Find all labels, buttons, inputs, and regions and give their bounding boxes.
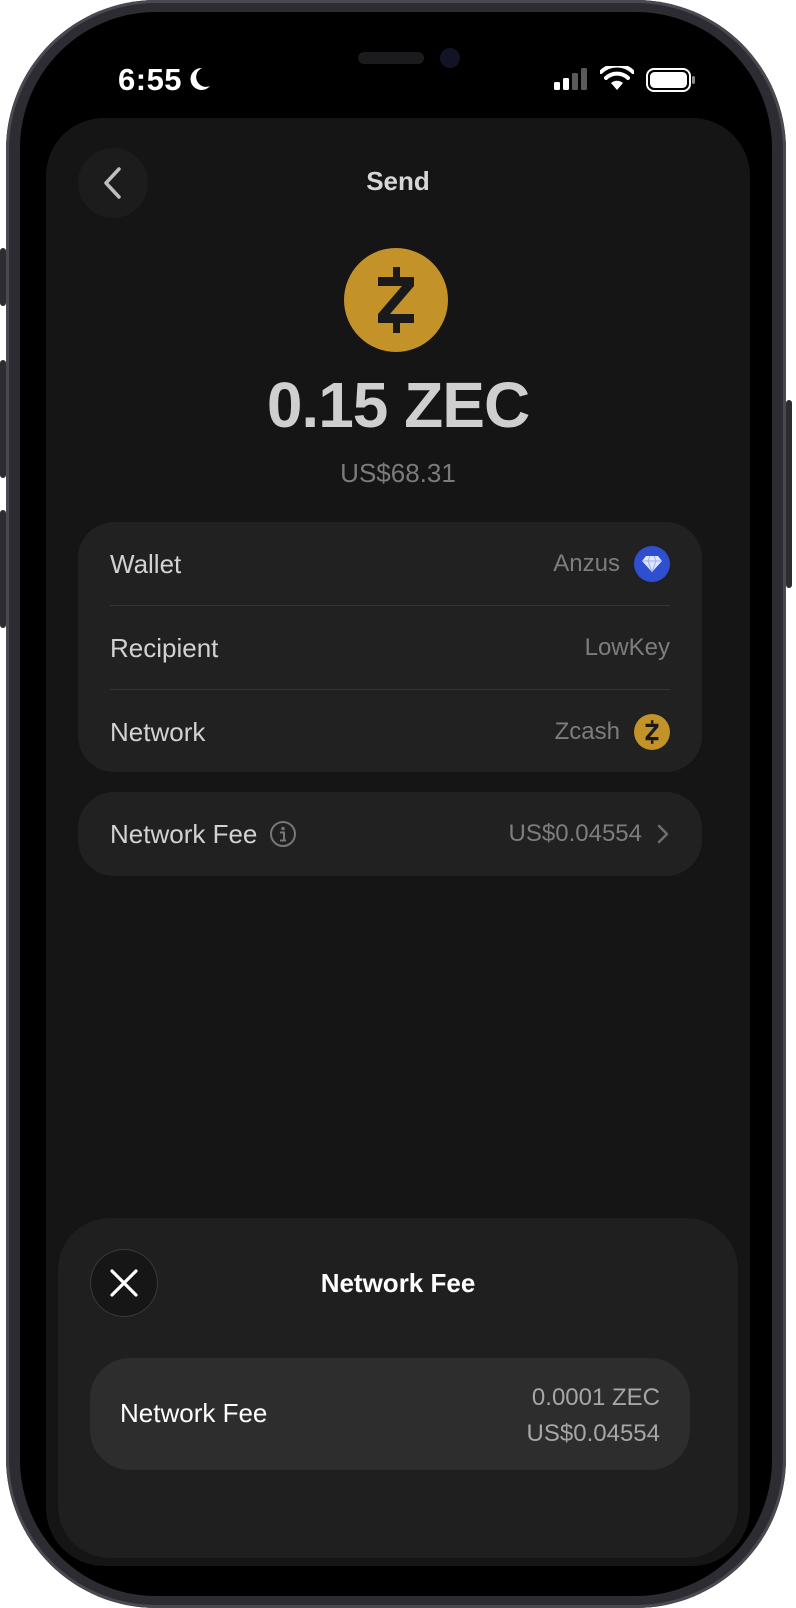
recipient-value: LowKey [584, 634, 670, 661]
power-button [786, 400, 792, 588]
recipient-label: Recipient [110, 632, 219, 663]
moon-icon [190, 67, 210, 90]
send-amount: 0.15 ZEC [266, 369, 530, 441]
fee-detail-card: Network Fee 0.0001 ZEC US$0.04554 [90, 1358, 690, 1470]
info-icon[interactable] [269, 820, 297, 848]
wallet-value: Anzus [553, 550, 620, 577]
network-fee-sheet: Network Fee Network Fee 0.0001 ZEC US$0.… [58, 1218, 738, 1558]
status-time: 6:55 [118, 62, 183, 97]
page-title: Send [366, 166, 430, 196]
network-fee-row[interactable]: Network Fee US$0.04554 [78, 792, 702, 876]
battery-icon [646, 68, 695, 92]
details-card: Wallet Anzus Recipient LowKey Network Zc… [78, 522, 702, 772]
network-row: Network Zcash [110, 690, 670, 774]
zcash-coin-icon [344, 248, 448, 352]
volume-down-button [0, 510, 6, 628]
signal-icon [554, 68, 587, 90]
fee-fiat-value: US$0.04554 [526, 1420, 660, 1447]
wallet-row: Wallet Anzus [110, 522, 670, 606]
volume-up-button [0, 360, 6, 478]
status-bar: 6:55 [0, 0, 796, 120]
sheet-title: Network Fee [320, 1268, 476, 1298]
fee-crypto-value: 0.0001 ZEC [531, 1384, 660, 1411]
recipient-row: Recipient LowKey [110, 606, 670, 690]
network-fee-label: Network Fee [110, 818, 258, 849]
network-fee-value: US$0.04554 [508, 820, 642, 847]
front-camera [440, 48, 460, 68]
action-button [0, 248, 6, 306]
fee-detail-label: Network Fee [120, 1398, 268, 1428]
network-value: Zcash [554, 718, 620, 745]
diamond-icon [634, 546, 670, 582]
network-label: Network [110, 716, 206, 747]
wifi-icon [600, 66, 634, 90]
speaker-grille [358, 52, 424, 64]
send-screen: Send 0.15 ZEC US$68.31 Wallet Anzus Reci… [46, 118, 750, 1566]
chevron-right-icon [657, 824, 669, 844]
wallet-label: Wallet [110, 548, 182, 579]
send-amount-fiat: US$68.31 [340, 458, 456, 488]
zcash-icon [634, 714, 670, 750]
